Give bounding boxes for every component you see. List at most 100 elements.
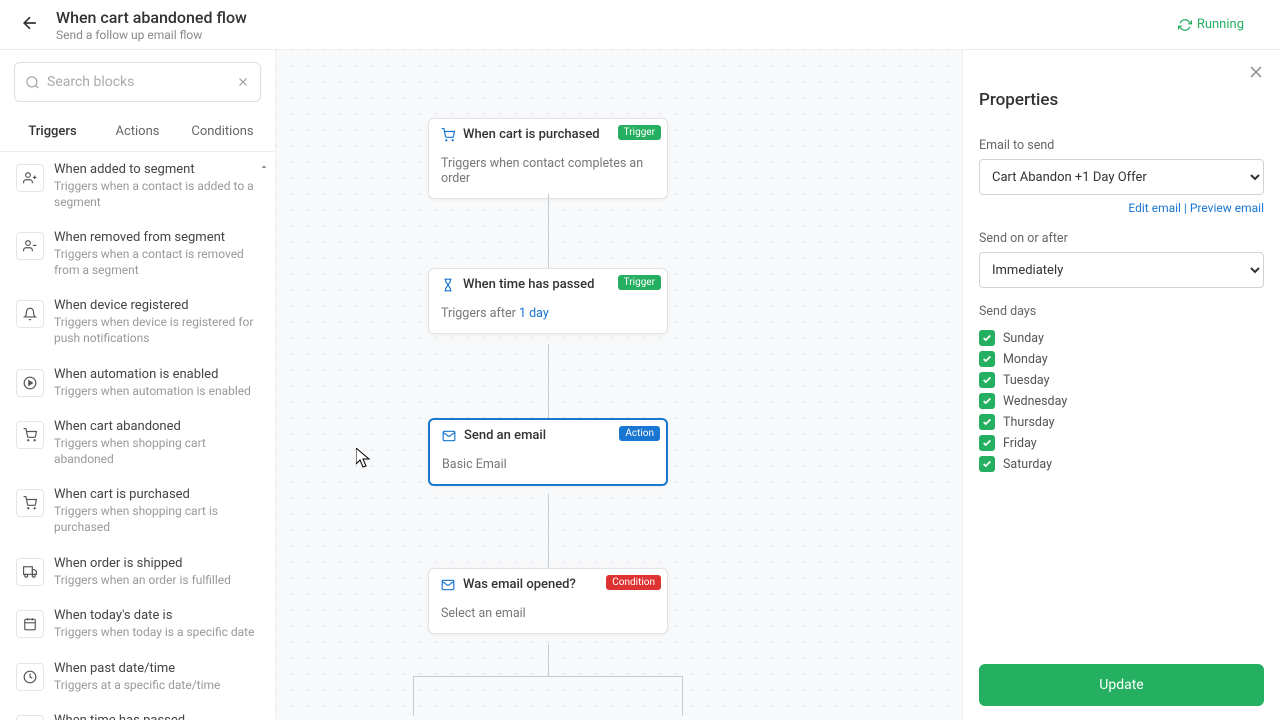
block-item[interactable]: When automation is enabledTriggers when … (0, 357, 275, 410)
tab-actions[interactable]: Actions (95, 114, 180, 151)
arrow-left-icon (20, 13, 40, 33)
checkbox-icon[interactable] (979, 372, 995, 388)
day-row[interactable]: Saturday (979, 456, 1264, 472)
branch-box (413, 676, 683, 716)
block-desc: Triggers when an order is fulfilled (54, 573, 231, 589)
calendar-icon (16, 610, 44, 638)
checkbox-icon[interactable] (979, 435, 995, 451)
block-title: When automation is enabled (54, 367, 251, 382)
email-label: Email to send (979, 138, 1264, 153)
node-trigger-time-passed[interactable]: Trigger When time has passed Triggers af… (428, 268, 668, 334)
hourglass-icon (16, 715, 44, 720)
close-button[interactable] (1246, 62, 1266, 86)
mail-icon (442, 429, 456, 443)
day-label: Monday (1003, 352, 1048, 367)
flow-subtitle: Send a follow up email flow (56, 28, 1178, 42)
checkbox-icon[interactable] (979, 414, 995, 430)
day-row[interactable]: Wednesday (979, 393, 1264, 409)
node-trigger-cart-purchased[interactable]: Trigger When cart is purchased Triggers … (428, 118, 668, 199)
clock-icon (16, 663, 44, 691)
block-title: When cart is purchased (54, 487, 259, 502)
flow-title: When cart abandoned flow (56, 8, 1178, 27)
node-body: Select an email (429, 600, 667, 633)
back-button[interactable] (16, 9, 44, 41)
block-item[interactable]: When cart is purchased Triggers when shop… (0, 477, 275, 545)
block-item[interactable]: When added to segmentTriggers when a con… (0, 152, 275, 220)
tab-triggers[interactable]: Triggers (10, 114, 95, 151)
checkbox-icon[interactable] (979, 330, 995, 346)
day-label: Tuesday (1003, 373, 1050, 388)
search-icon (25, 75, 40, 90)
block-item[interactable]: When today's date is Triggers when today … (0, 598, 275, 651)
day-row[interactable]: Thursday (979, 414, 1264, 430)
canvas[interactable]: Trigger When cart is purchased Triggers … (276, 50, 962, 720)
send-days-label: Send days (979, 304, 1264, 319)
node-tag: Action (619, 426, 660, 441)
block-item[interactable]: When removed from segment Triggers when a… (0, 220, 275, 288)
node-body: Triggers after 1 day (429, 300, 667, 333)
block-title: When today's date is (54, 608, 254, 623)
refresh-icon (1178, 18, 1192, 32)
close-icon[interactable] (236, 75, 250, 89)
day-row[interactable]: Sunday (979, 330, 1264, 346)
block-title: When past date/time (54, 661, 220, 676)
block-desc: Triggers when shopping cart is purchased (54, 504, 259, 535)
day-label: Saturday (1003, 457, 1052, 472)
user-plus-icon (16, 164, 44, 192)
node-action-send-email[interactable]: Action Send an email Basic Email (428, 418, 668, 486)
block-item[interactable]: When cart abandoned Triggers when shoppin… (0, 409, 275, 477)
connector (548, 194, 549, 268)
node-tag: Condition (606, 575, 661, 590)
update-button[interactable]: Update (979, 664, 1264, 706)
day-label: Friday (1003, 436, 1037, 451)
cart-icon (441, 128, 455, 142)
block-desc: Triggers when shopping cart abandoned (54, 436, 259, 467)
email-links: Edit email | Preview email (979, 201, 1264, 215)
checkbox-icon[interactable] (979, 351, 995, 367)
preview-email-link[interactable]: Preview email (1190, 201, 1264, 215)
day-row[interactable]: Monday (979, 351, 1264, 367)
email-select[interactable]: Cart Abandon +1 Day Offer (979, 159, 1264, 195)
checkbox-icon[interactable] (979, 393, 995, 409)
header: When cart abandoned flow Send a follow u… (0, 0, 1280, 50)
edit-email-link[interactable]: Edit email (1128, 201, 1181, 215)
block-title: When removed from segment (54, 230, 259, 245)
block-item[interactable]: When time has passedTriggers after time … (0, 703, 275, 720)
day-label: Thursday (1003, 415, 1055, 430)
block-desc: Triggers when device is registered for p… (54, 315, 259, 346)
search-box[interactable] (14, 62, 261, 102)
node-condition-email-opened[interactable]: Condition Was email opened? Select an em… (428, 568, 668, 634)
block-list[interactable]: When added to segment Triggers when a con… (0, 152, 275, 720)
mail-open-icon (441, 578, 455, 592)
block-title: When order is shipped (54, 556, 231, 571)
connector (548, 494, 549, 568)
block-title: When cart abandoned (54, 419, 259, 434)
block-item[interactable]: When order is shipped Triggers when an or… (0, 546, 275, 599)
send-on-label: Send on or after (979, 231, 1264, 246)
node-tag: Trigger (618, 275, 661, 290)
cart-icon (16, 421, 44, 449)
close-icon (1246, 62, 1266, 82)
send-on-select[interactable]: Immediately (979, 252, 1264, 288)
node-tag: Trigger (618, 125, 661, 140)
node-title: When time has passed (463, 277, 594, 292)
block-desc: Triggers when today is a specific date (54, 625, 254, 641)
day-row[interactable]: Friday (979, 435, 1264, 451)
chevron-up-icon (259, 162, 269, 172)
node-title: When cart is purchased (463, 127, 600, 142)
tab-conditions[interactable]: Conditions (180, 114, 265, 151)
block-item[interactable]: When device registeredTriggers when devi… (0, 288, 275, 356)
block-desc: Triggers at a specific date/time (54, 678, 220, 694)
hourglass-icon (441, 278, 455, 292)
node-body: Triggers when contact completes an order (429, 150, 667, 198)
block-title: When added to segment (54, 162, 259, 177)
search-input[interactable] (47, 74, 228, 90)
status-badge: Running (1178, 17, 1244, 32)
tabs: Triggers Actions Conditions (0, 114, 275, 152)
node-title: Was email opened? (463, 577, 576, 592)
block-item[interactable]: When past date/time Triggers at a specifi… (0, 651, 275, 704)
block-desc: Triggers when a contact is removed from … (54, 247, 259, 278)
checkbox-icon[interactable] (979, 456, 995, 472)
connector (548, 644, 549, 676)
day-row[interactable]: Tuesday (979, 372, 1264, 388)
